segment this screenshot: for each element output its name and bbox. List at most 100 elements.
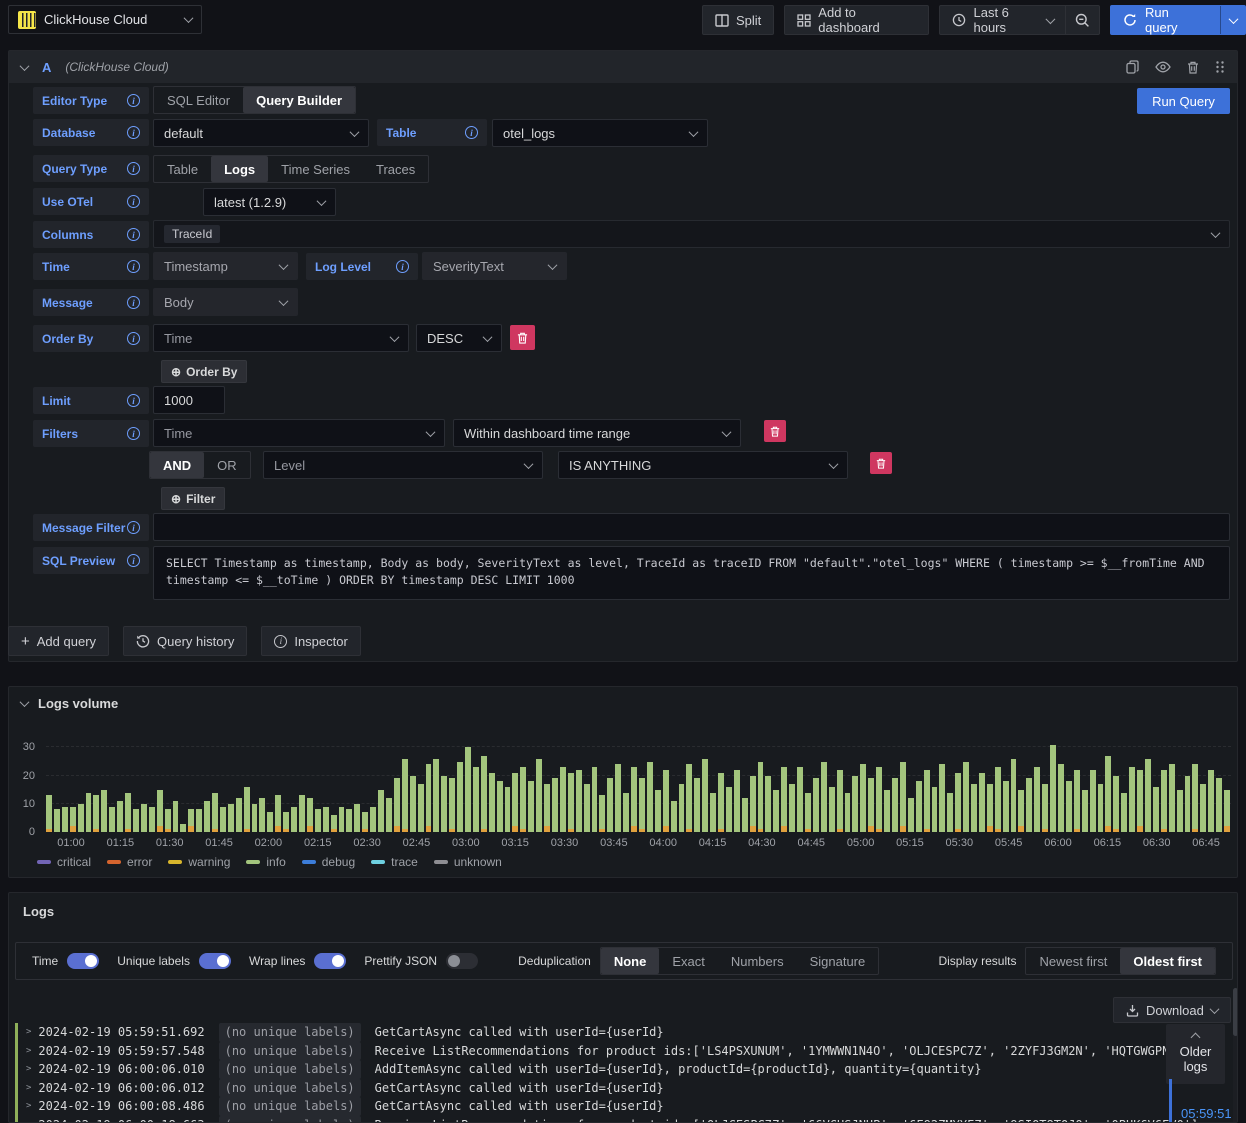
query-type-option-time-series[interactable]: Time Series bbox=[268, 156, 363, 182]
expand-row-chevron-icon[interactable]: > bbox=[26, 1097, 31, 1116]
legend-item-critical[interactable]: critical bbox=[37, 855, 91, 869]
collapse-chevron-icon[interactable] bbox=[19, 697, 30, 708]
column-chip[interactable]: TraceId bbox=[164, 225, 221, 243]
builder-run-query-button[interactable]: Run Query bbox=[1137, 88, 1230, 114]
columns-multiselect[interactable]: TraceId bbox=[153, 220, 1230, 248]
legend-item-trace[interactable]: trace bbox=[371, 855, 418, 869]
remove-order-by-button[interactable] bbox=[510, 325, 535, 350]
editor-type-option-query-builder[interactable]: Query Builder bbox=[243, 87, 356, 113]
filter2-field-select[interactable]: Level bbox=[263, 451, 543, 479]
info-icon[interactable]: i bbox=[127, 126, 140, 139]
info-icon[interactable]: i bbox=[127, 195, 140, 208]
volume-bar bbox=[868, 778, 875, 832]
volume-bar bbox=[338, 806, 345, 832]
legend-item-debug[interactable]: debug bbox=[301, 855, 355, 869]
display-option-oldest-first[interactable]: Oldest first bbox=[1120, 948, 1215, 974]
log-level-select[interactable]: SeverityText bbox=[422, 252, 567, 280]
query-type-option-traces[interactable]: Traces bbox=[363, 156, 428, 182]
dedup-option-none[interactable]: None bbox=[600, 948, 660, 974]
remove-filter2-button[interactable] bbox=[870, 452, 892, 474]
log-row[interactable]: >2024-02-19 06:00:06.010 (no unique label… bbox=[15, 1060, 1165, 1079]
info-icon[interactable]: i bbox=[396, 260, 409, 273]
volume-bar bbox=[955, 772, 962, 832]
toggle-unique-labels[interactable] bbox=[198, 953, 231, 969]
older-logs-button[interactable]: Older logs bbox=[1166, 1024, 1225, 1084]
editor-type-option-sql-editor[interactable]: SQL Editor bbox=[154, 87, 243, 113]
log-row[interactable]: >2024-02-19 05:59:57.548 (no unique label… bbox=[15, 1041, 1198, 1061]
time-range-picker[interactable]: Last 6 hours bbox=[939, 5, 1067, 35]
info-icon[interactable]: i bbox=[127, 162, 140, 175]
info-icon[interactable]: i bbox=[127, 554, 140, 567]
toggle-prettify-json[interactable] bbox=[446, 953, 479, 969]
volume-bar bbox=[1200, 784, 1207, 832]
hide-query-eye-icon[interactable] bbox=[1155, 61, 1171, 73]
datasource-picker[interactable]: ClickHouse Cloud bbox=[8, 5, 202, 34]
expand-row-chevron-icon[interactable]: > bbox=[26, 1116, 31, 1123]
dedup-option-numbers[interactable]: Numbers bbox=[718, 948, 797, 974]
legend-item-unknown[interactable]: unknown bbox=[433, 855, 502, 869]
inspector-button[interactable]: i Inspector bbox=[261, 626, 361, 656]
info-icon[interactable]: i bbox=[127, 94, 140, 107]
query-type-option-table[interactable]: Table bbox=[154, 156, 211, 182]
logs-title: Logs bbox=[23, 904, 55, 919]
download-button[interactable]: Download bbox=[1113, 997, 1231, 1023]
expand-row-chevron-icon[interactable]: > bbox=[26, 1042, 31, 1061]
info-icon[interactable]: i bbox=[465, 126, 478, 139]
toggle-wrap-lines[interactable] bbox=[314, 953, 347, 969]
collapse-chevron-icon[interactable] bbox=[19, 60, 30, 71]
dedup-option-exact[interactable]: Exact bbox=[659, 948, 718, 974]
order-by-field-select[interactable]: Time bbox=[153, 324, 409, 352]
legend-item-warning[interactable]: warning bbox=[168, 855, 230, 869]
message-column-select[interactable]: Body bbox=[153, 288, 298, 316]
info-icon[interactable]: i bbox=[127, 228, 140, 241]
info-icon[interactable]: i bbox=[127, 260, 140, 273]
filter-operator-select[interactable]: Within dashboard time range bbox=[453, 419, 741, 447]
limit-input[interactable]: 1000 bbox=[153, 386, 225, 414]
info-icon[interactable]: i bbox=[127, 394, 140, 407]
delete-query-trash-icon[interactable] bbox=[1187, 61, 1199, 74]
info-icon[interactable]: i bbox=[127, 521, 140, 534]
log-row[interactable]: >2024-02-19 05:59:51.692 (no unique label… bbox=[15, 1023, 1165, 1042]
legend-item-error[interactable]: error bbox=[107, 855, 152, 869]
remove-filter-button[interactable] bbox=[764, 420, 786, 442]
info-icon[interactable]: i bbox=[127, 296, 140, 309]
duplicate-query-icon[interactable] bbox=[1126, 60, 1139, 74]
info-icon[interactable]: i bbox=[127, 332, 140, 345]
log-row[interactable]: >2024-02-19 06:00:18.663 (no unique label… bbox=[15, 1115, 1198, 1123]
add-filter-button[interactable]: ⊕ Filter bbox=[161, 487, 226, 510]
log-row[interactable]: >2024-02-19 06:00:06.012 (no unique label… bbox=[15, 1078, 1165, 1098]
expand-row-chevron-icon[interactable]: > bbox=[26, 1079, 31, 1098]
zoom-out-time-button[interactable] bbox=[1066, 5, 1101, 35]
add-order-by-button[interactable]: ⊕ Order By bbox=[161, 360, 248, 383]
volume-bar bbox=[1113, 775, 1120, 832]
split-button[interactable]: Split bbox=[702, 5, 775, 35]
conjunction-option-or[interactable]: OR bbox=[204, 452, 250, 478]
log-row[interactable]: >2024-02-19 06:00:08.486 (no unique label… bbox=[15, 1097, 1165, 1116]
filter-field-select[interactable]: Time bbox=[153, 419, 445, 447]
drag-handle-icon[interactable] bbox=[1215, 60, 1225, 74]
run-query-dropdown[interactable] bbox=[1220, 6, 1245, 34]
logs-scrollbar[interactable] bbox=[1233, 988, 1237, 1122]
logs-volume-chart[interactable] bbox=[46, 739, 1231, 832]
add-to-dashboard-button[interactable]: Add to dashboard bbox=[784, 5, 930, 35]
otel-version-select[interactable]: latest (1.2.9) bbox=[203, 188, 336, 216]
run-query-button[interactable]: Run query bbox=[1110, 5, 1246, 35]
volume-bar bbox=[978, 772, 985, 832]
legend-item-info[interactable]: info bbox=[246, 855, 286, 869]
conjunction-option-and[interactable]: AND bbox=[150, 452, 205, 478]
dedup-option-signature[interactable]: Signature bbox=[797, 948, 879, 974]
info-icon[interactable]: i bbox=[127, 427, 140, 440]
display-option-newest-first[interactable]: Newest first bbox=[1026, 948, 1120, 974]
order-by-direction-select[interactable]: DESC bbox=[416, 324, 502, 352]
time-column-select[interactable]: Timestamp bbox=[153, 252, 298, 280]
table-select[interactable]: otel_logs bbox=[492, 119, 708, 147]
toggle-time[interactable] bbox=[67, 953, 100, 969]
add-query-button[interactable]: + Add query bbox=[8, 626, 110, 656]
expand-row-chevron-icon[interactable]: > bbox=[26, 1060, 31, 1079]
filter2-operator-select[interactable]: IS ANYTHING bbox=[558, 451, 848, 479]
expand-row-chevron-icon[interactable]: > bbox=[26, 1023, 31, 1042]
query-type-option-logs[interactable]: Logs bbox=[211, 156, 269, 182]
message-filter-input[interactable] bbox=[153, 513, 1230, 541]
database-select[interactable]: default bbox=[153, 119, 369, 147]
query-history-button[interactable]: Query history bbox=[123, 626, 248, 656]
